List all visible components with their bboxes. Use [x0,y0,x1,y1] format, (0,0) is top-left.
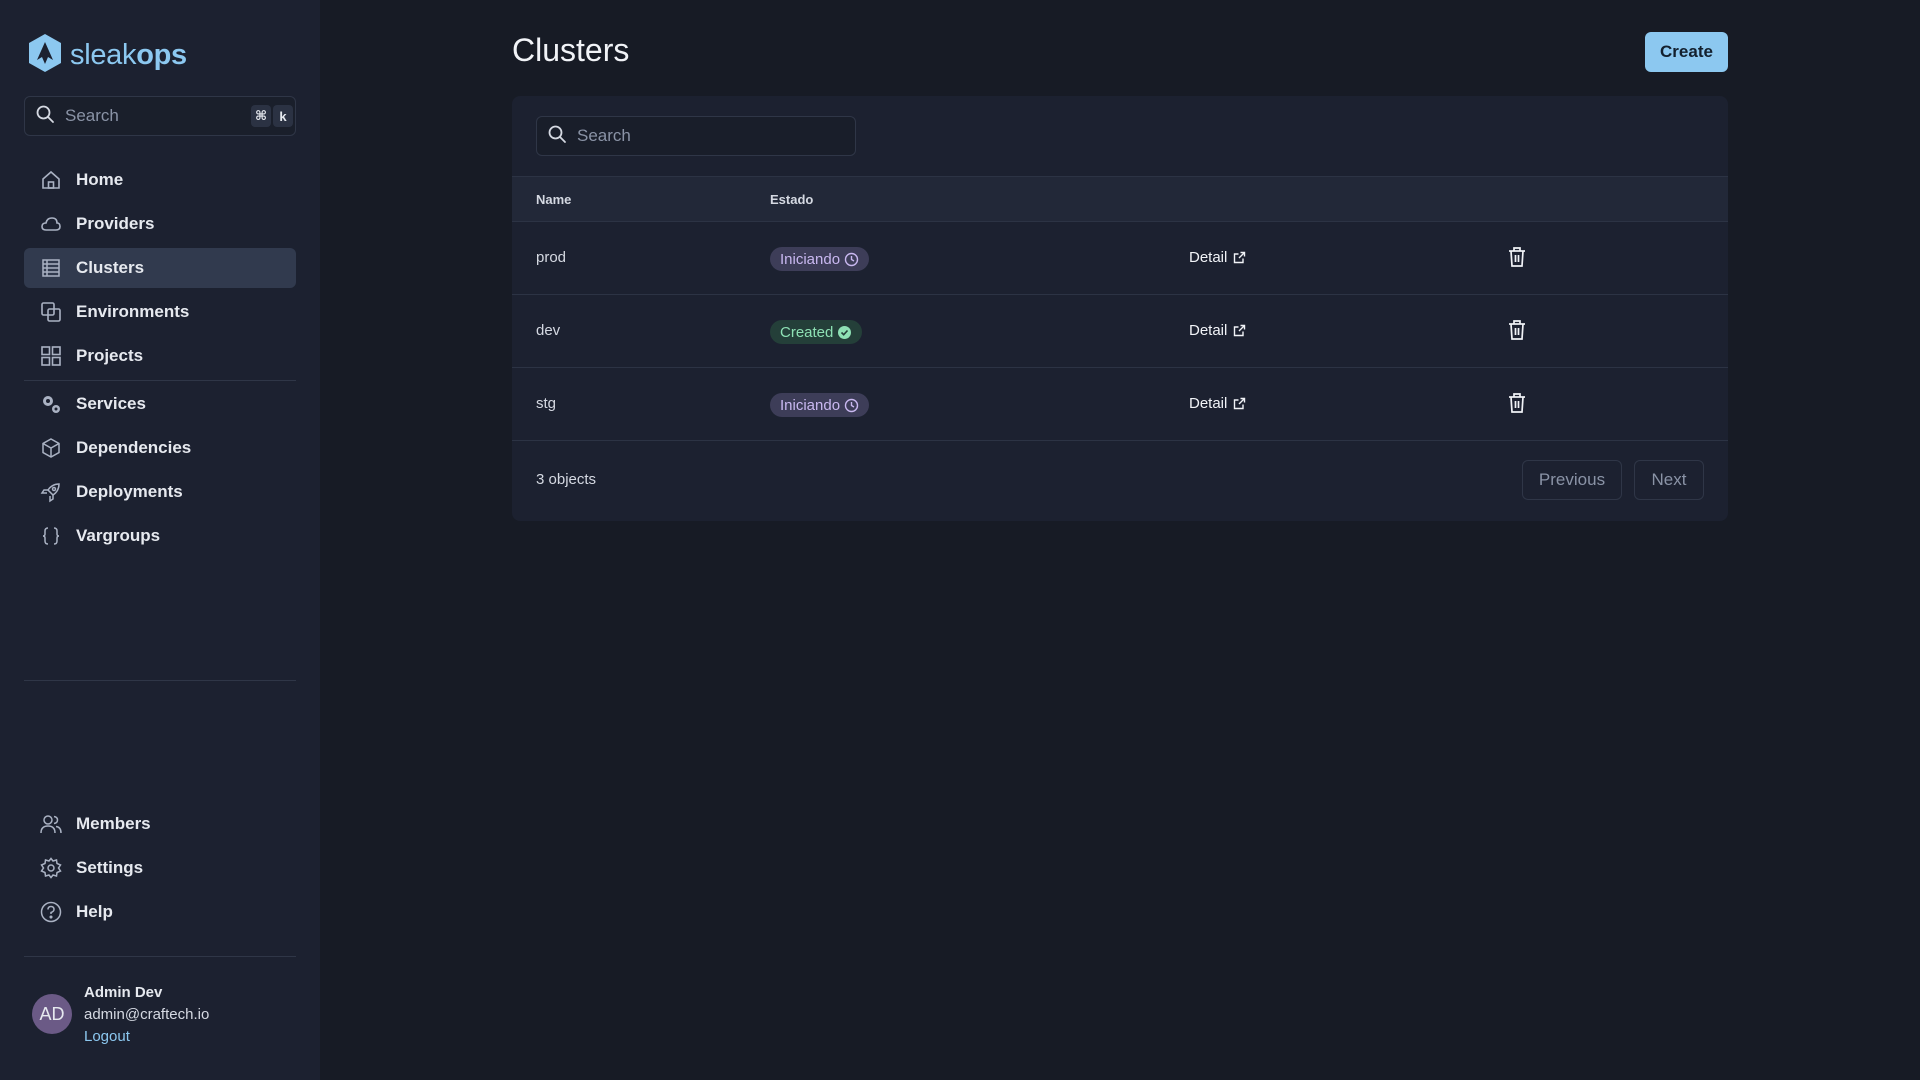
sidebar-item-projects[interactable]: Projects [24,336,296,376]
detail-label: Detail [1189,322,1228,339]
trash-icon [1509,320,1525,340]
object-count: 3 objects [536,471,597,488]
previous-page-button[interactable]: Previous [1522,460,1622,500]
sidebar-item-help[interactable]: Help [24,892,296,932]
detail-link[interactable]: Detail [1189,249,1246,266]
cluster-name: stg [536,395,557,412]
k-key: k [273,105,293,127]
status-badge: Iniciando [770,393,870,417]
sidebar-divider [24,380,296,381]
trash-icon [1509,247,1525,267]
sidebar-item-members[interactable]: Members [24,804,296,844]
cube-icon [40,437,62,459]
status-label: Iniciando [780,396,841,414]
clock-icon [844,252,859,267]
status-badge: Iniciando [770,247,870,271]
check-circle-icon [837,325,852,340]
search-icon [35,104,55,129]
gears-icon [40,393,62,415]
brand-name: sleakops [70,39,187,71]
clusters-table-card: Search Name Estado prod Iniciando Detail… [512,96,1728,521]
sleakops-logo-icon [26,32,64,79]
search-icon [547,124,567,149]
sidebar-item-home[interactable]: Home [24,160,296,200]
table-search-placeholder: Search [577,126,631,145]
sidebar-item-label: Providers [76,214,155,233]
avatar[interactable]: AD [32,994,72,1034]
sidebar-item-environments[interactable]: Environments [24,292,296,332]
sidebar-item-label: Services [76,394,146,413]
page-title: Clusters [512,32,630,68]
sidebar-item-label: Help [76,902,113,921]
sidebar-item-clusters[interactable]: Clusters [24,248,296,288]
status-badge: Created [770,320,863,344]
trash-icon [1509,393,1525,413]
server-icon [40,257,62,279]
table-header: Name Estado [512,176,1728,222]
sidebar-item-label: Projects [76,346,144,365]
brand-logo[interactable]: sleakops [26,32,187,79]
user-name: Admin Dev [84,984,163,1001]
clock-icon [844,398,859,413]
braces-icon [40,525,62,547]
sidebar-search-placeholder: Search [65,106,119,125]
home-icon [40,169,62,191]
column-header-name[interactable]: Name [536,192,571,207]
detail-label: Detail [1189,395,1228,412]
create-button[interactable]: Create [1645,32,1728,72]
status-label: Iniciando [780,250,841,268]
command-key: ⌘ [251,105,271,127]
sidebar-divider [24,956,296,957]
delete-button[interactable] [1507,392,1527,414]
user-email: admin@craftech.io [84,1006,210,1023]
sidebar-item-providers[interactable]: Providers [24,204,296,244]
sidebar-item-label: Members [76,814,151,833]
external-link-icon [1233,324,1246,337]
external-link-icon [1233,251,1246,264]
external-link-icon [1233,397,1246,410]
gear-icon [40,857,62,879]
help-icon [40,901,62,923]
rocket-icon [40,481,62,503]
table-search-input[interactable]: Search [536,116,856,156]
sidebar-item-settings[interactable]: Settings [24,848,296,888]
detail-label: Detail [1189,249,1228,266]
sidebar-item-label: Clusters [76,258,145,277]
detail-link[interactable]: Detail [1189,322,1246,339]
table-row[interactable]: stg Iniciando Detail [512,368,1728,441]
next-page-button[interactable]: Next [1634,460,1704,500]
users-icon [40,813,62,835]
table-row[interactable]: prod Iniciando Detail [512,222,1728,295]
cloud-icon [40,213,62,235]
sidebar-item-label: Vargroups [76,526,161,545]
sidebar-item-label: Home [76,170,124,189]
sidebar-item-label: Deployments [76,482,183,501]
sidebar-item-deployments[interactable]: Deployments [24,472,296,512]
sidebar: sleakops Search ⌘ k Home Providers Clust… [0,0,320,1080]
cluster-name: prod [536,249,567,266]
sidebar-search-input[interactable]: Search ⌘ k [24,96,296,136]
status-label: Created [780,323,834,341]
cluster-name: dev [536,322,561,339]
sidebar-item-label: Environments [76,302,190,321]
table-row[interactable]: dev Created Detail [512,295,1728,368]
column-header-estado[interactable]: Estado [770,192,813,207]
copy-icon [40,301,62,323]
sidebar-item-label: Settings [76,858,144,877]
sidebar-item-dependencies[interactable]: Dependencies [24,428,296,468]
sidebar-item-vargroups[interactable]: Vargroups [24,516,296,556]
sidebar-divider [24,680,296,681]
delete-button[interactable] [1507,319,1527,341]
delete-button[interactable] [1507,246,1527,268]
sidebar-item-services[interactable]: Services [24,384,296,424]
sidebar-item-label: Dependencies [76,438,192,457]
detail-link[interactable]: Detail [1189,395,1246,412]
logout-link[interactable]: Logout [84,1028,130,1045]
grid-icon [40,345,62,367]
